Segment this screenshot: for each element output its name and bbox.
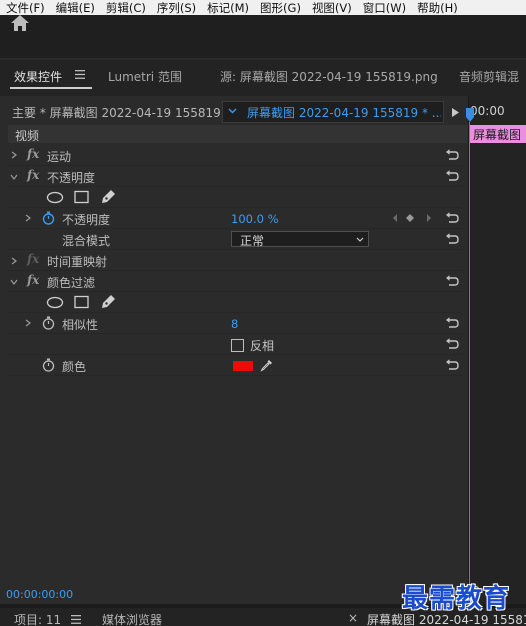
menu-marker[interactable]: 标记(M) [201,0,254,15]
timeline-timecode: 00:00 [470,104,505,118]
fx-icon[interactable]: fx [27,168,39,182]
ellipse-mask-icon[interactable] [46,191,64,204]
effect-label-color-key: 颜色过滤 [47,276,96,290]
home-icon[interactable] [8,13,32,33]
chevron-right-icon[interactable] [10,257,18,265]
reset-icon[interactable] [445,211,459,223]
video-section-label: 视频 [15,129,40,143]
active-tab-indicator [10,87,92,89]
param-label-similarity: 相似性 [62,318,99,332]
chevron-down-icon [356,237,364,242]
stopwatch-active-icon[interactable] [42,211,55,225]
effect-label-motion: 运动 [47,150,72,164]
current-timecode[interactable]: 00:00:00:00 [6,588,73,601]
fx-icon[interactable]: fx [27,273,39,287]
reset-icon[interactable] [445,358,459,370]
play-icon[interactable] [452,108,459,117]
invert-checkbox[interactable] [231,339,244,352]
reset-icon[interactable] [445,148,459,160]
tab-project[interactable]: 项目: 11 [14,611,61,626]
reset-icon[interactable] [445,232,459,244]
fx-icon: fx [27,252,40,266]
fx-icon[interactable]: fx [27,147,39,161]
panel-menu-icon[interactable] [71,615,81,624]
playhead-icon[interactable] [466,108,474,122]
tab-media-browser[interactable]: 媒体浏览器 [102,611,162,626]
chevron-right-icon[interactable] [24,319,32,327]
keyframe-navigator[interactable] [392,212,432,224]
tab-lumetri-scopes[interactable]: Lumetri 范围 [108,68,182,85]
menu-bar: 文件(F) 编辑(E) 剪辑(C) 序列(S) 标记(M) 图形(G) 视图(V… [0,0,526,15]
close-icon[interactable]: × [348,611,358,625]
chevron-down-icon[interactable] [10,278,18,286]
tab-effect-controls[interactable]: 效果控件 [14,68,62,85]
watermark-logo: 最需教育 [402,584,511,614]
reset-icon[interactable] [445,169,459,181]
rectangle-mask-icon[interactable] [74,295,90,309]
chevron-right-icon[interactable] [10,151,18,159]
similarity-value[interactable]: 8 [231,317,238,331]
panel-menu-icon[interactable] [75,70,85,79]
playhead-line [469,122,470,598]
opacity-value[interactable]: 100.0 % [231,212,279,226]
param-label-color: 颜色 [62,360,87,374]
tab-audio-clip-mixer[interactable]: 音频剪辑混 [459,68,519,85]
effect-row-motion[interactable] [8,145,462,166]
stopwatch-icon[interactable] [42,316,55,330]
menu-clip[interactable]: 剪辑(C) [100,0,151,15]
timeline-clip[interactable]: 屏幕截图 [470,125,526,143]
pen-mask-icon[interactable] [100,189,116,205]
chevron-down-icon [228,108,237,114]
menu-graphics[interactable]: 图形(G) [254,0,306,15]
param-label-opacity: 不透明度 [62,213,111,227]
param-label-blend-mode: 混合模式 [62,234,111,248]
key-color-swatch[interactable] [233,361,253,371]
pen-mask-icon[interactable] [100,294,116,310]
effect-label-time-remapping: 时间重映射 [47,255,108,269]
blend-mode-value: 正常 [240,234,265,248]
mini-timeline[interactable] [468,96,526,604]
stopwatch-icon[interactable] [42,358,55,372]
reset-icon[interactable] [445,337,459,349]
ellipse-mask-icon[interactable] [46,296,64,309]
eyedropper-icon[interactable] [260,359,273,372]
menu-edit[interactable]: 编辑(E) [50,0,100,15]
effect-label-opacity: 不透明度 [47,171,96,185]
menu-view[interactable]: 视图(V) [306,0,357,15]
reset-icon[interactable] [445,316,459,328]
invert-label: 反相 [250,339,275,353]
clip-selector-label: 屏幕截图 2022-04-19 155819 * ... [247,106,441,120]
menu-sequence[interactable]: 序列(S) [151,0,201,15]
workspace-bar [0,15,526,59]
chevron-down-icon[interactable] [10,173,18,181]
chevron-right-icon[interactable] [24,214,32,222]
menu-window[interactable]: 窗口(W) [357,0,411,15]
reset-icon[interactable] [445,274,459,286]
tab-source[interactable]: 源: 屏幕截图 2022-04-19 155819.png [220,68,438,85]
master-clip-label[interactable]: 主要 * 屏幕截图 2022-04-19 155819... [12,104,232,121]
menu-help[interactable]: 帮助(H) [411,0,463,15]
video-section-header [8,125,468,143]
rectangle-mask-icon[interactable] [74,190,90,204]
